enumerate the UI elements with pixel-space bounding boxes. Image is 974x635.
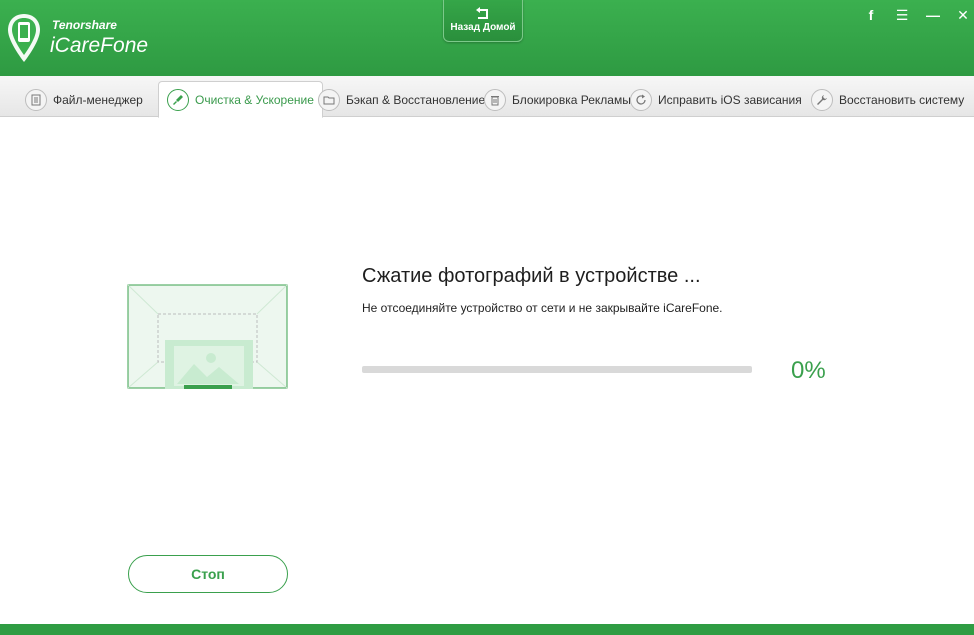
menu-icon[interactable]: ☰ — [893, 6, 911, 24]
back-arrow-icon — [476, 7, 488, 19]
back-home-label: Назад Домой — [450, 22, 516, 33]
footer-bar — [0, 624, 974, 635]
tab-label: Исправить iOS зависания — [658, 92, 802, 107]
brush-icon — [167, 88, 189, 111]
tab-clean-speedup[interactable]: Очистка & Ускорение — [158, 81, 323, 118]
app-window: Tenorshare iCareFone Назад Домой f ☰ — ✕… — [0, 0, 974, 635]
header-bar: Tenorshare iCareFone Назад Домой f ☰ — ✕ — [0, 0, 974, 76]
progress-bar — [362, 366, 752, 373]
wrench-icon — [811, 88, 833, 111]
tab-label: Бэкап & Восстановление — [346, 92, 486, 107]
warning-message: Не отсоединяйте устройство от сети и не … — [362, 301, 723, 315]
close-icon[interactable]: ✕ — [954, 6, 972, 24]
back-home-button[interactable]: Назад Домой — [443, 0, 523, 42]
folder-icon — [318, 88, 340, 111]
facebook-icon[interactable]: f — [862, 6, 880, 24]
refresh-icon — [630, 88, 652, 111]
brand-company: Tenorshare — [52, 18, 117, 32]
tab-ad-block[interactable]: Блокировка Рекламы — [484, 82, 631, 117]
tab-file-manager[interactable]: Файл-менеджер — [25, 82, 143, 117]
page-title: Сжатие фотографий в устройстве ... — [362, 265, 701, 287]
stop-button[interactable]: Стоп — [128, 555, 288, 593]
tab-backup-restore[interactable]: Бэкап & Восстановление — [318, 82, 485, 117]
tab-system-repair[interactable]: Восстановить систему — [811, 82, 964, 117]
file-icon — [25, 88, 47, 111]
minimize-icon[interactable]: — — [924, 6, 942, 24]
tab-label: Очистка & Ускорение — [195, 92, 314, 107]
brand-product-name: iCareFone — [50, 34, 149, 57]
tab-label: Блокировка Рекламы — [512, 92, 631, 107]
tab-label: Восстановить систему — [839, 92, 965, 107]
trash-icon — [484, 88, 506, 111]
tab-bar: Файл-менеджер Очистка & Ускорение Бэкап … — [0, 76, 974, 118]
tab-fix-ios-stuck[interactable]: Исправить iOS зависания — [630, 82, 802, 117]
icarefone-logo-icon — [8, 14, 40, 62]
photo-compress-illustration-icon — [127, 284, 288, 389]
progress-percent: 0% — [791, 357, 826, 384]
tab-label: Файл-менеджер — [53, 92, 143, 107]
